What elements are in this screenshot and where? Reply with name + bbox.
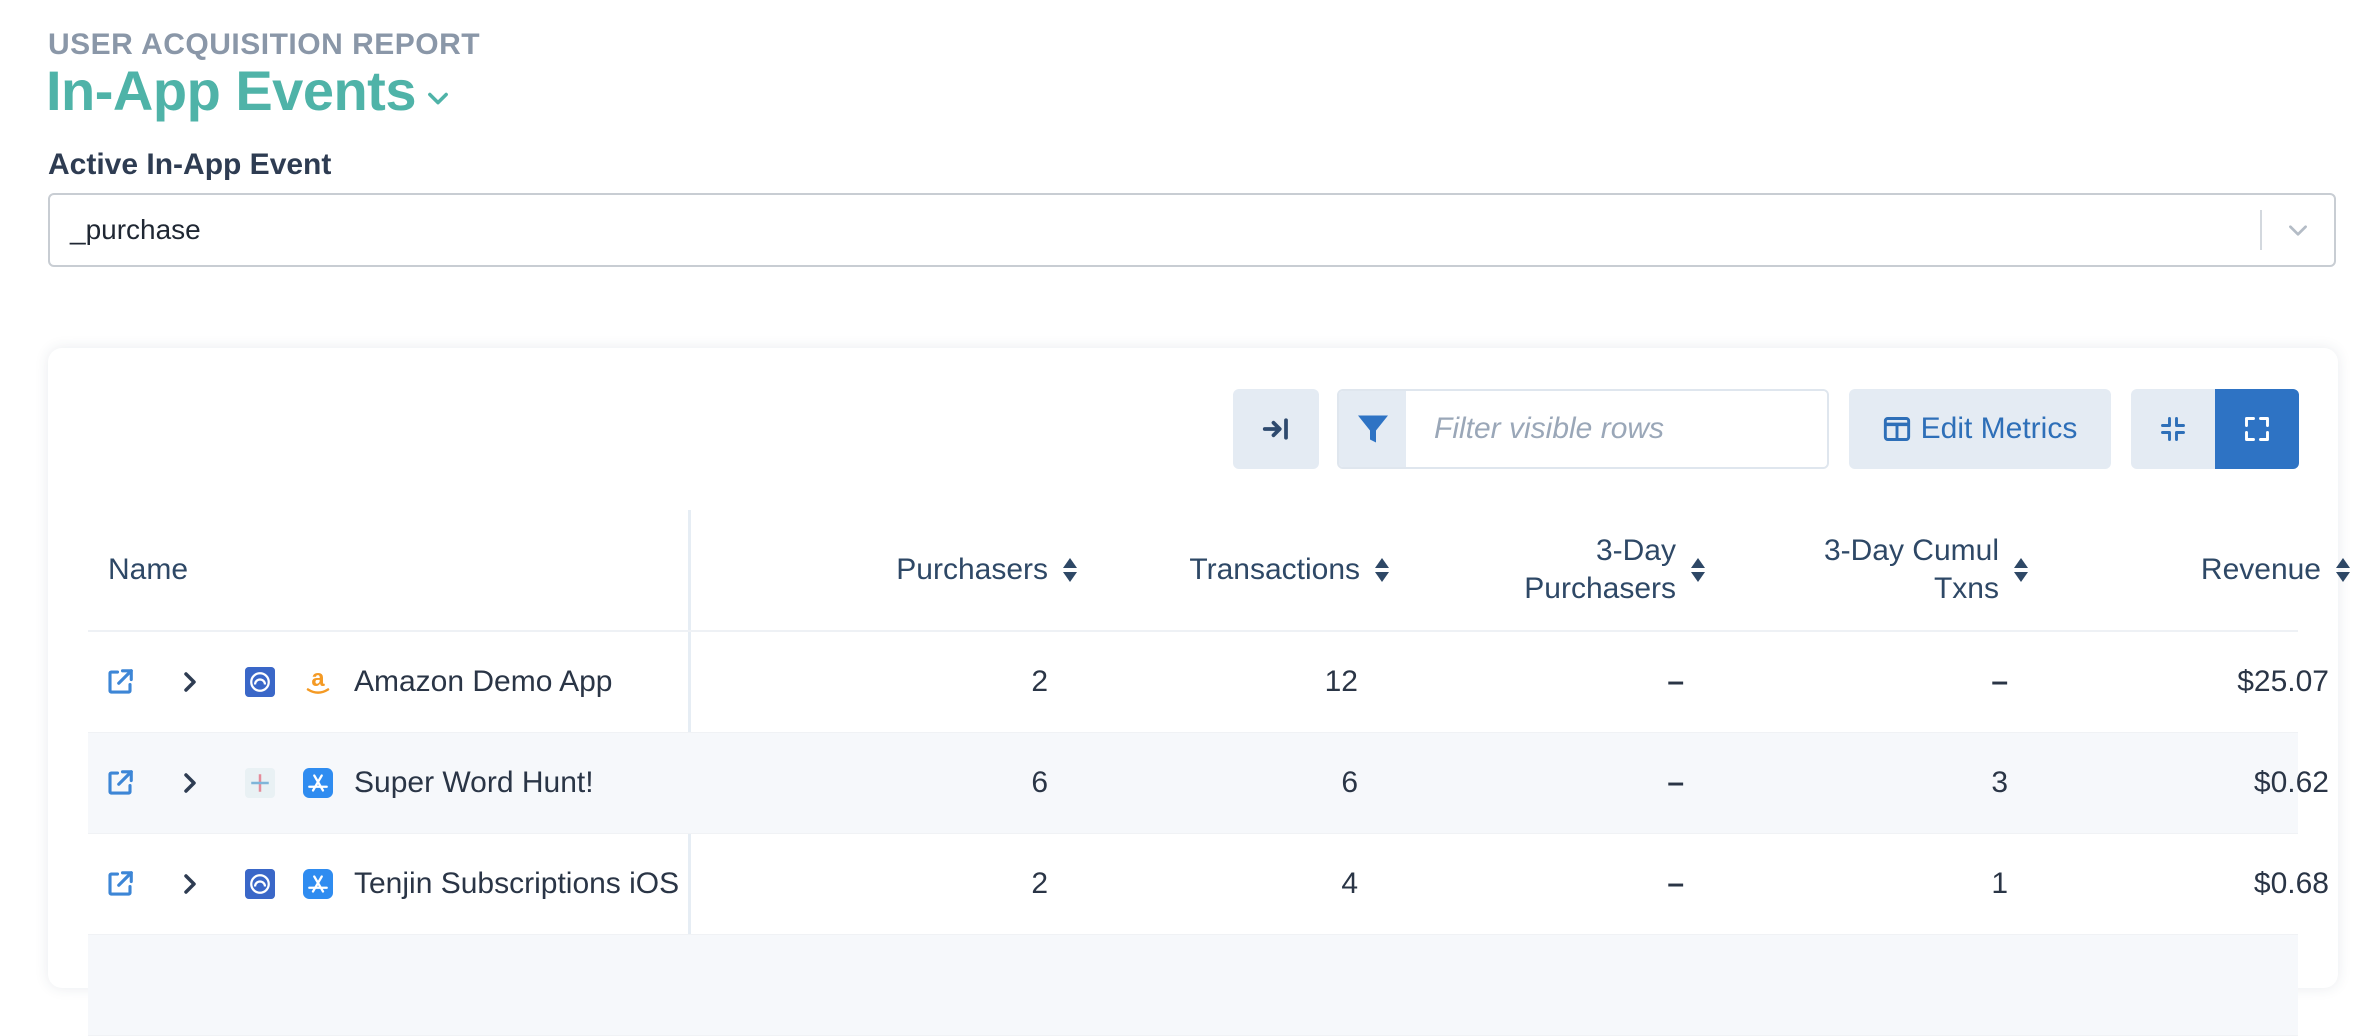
amazon-icon: a <box>298 662 338 702</box>
app-name-link[interactable]: Super Word Hunt! <box>354 733 594 833</box>
columns-icon <box>1883 417 1910 441</box>
compress-icon <box>2161 417 2185 441</box>
active-event-value: _purchase <box>70 214 201 245</box>
events-table: Name Purchasers Transactions 3-Day Purch… <box>88 510 2350 1036</box>
app-name-link[interactable]: Amazon Demo App <box>354 632 612 732</box>
cell-3day-purchasers: – <box>1667 867 1684 900</box>
chevron-right-icon[interactable] <box>170 763 210 803</box>
page-title: In-App Events <box>46 59 416 122</box>
report-eyebrow: USER ACQUISITION REPORT <box>48 28 481 61</box>
column-header-3day-purchasers[interactable]: 3-Day Purchasers <box>1390 510 1706 630</box>
cell-transactions: 4 <box>1341 867 1358 900</box>
table-row: Tenjin Subscriptions iOS 2 4 – 1 $0.68 <box>88 834 2329 935</box>
expand-icon <box>2245 417 2269 441</box>
chevron-right-icon[interactable] <box>170 662 210 702</box>
sort-icon <box>2014 558 2028 582</box>
cell-revenue: $0.68 <box>2253 867 2329 900</box>
arrow-to-right-icon <box>1262 418 1288 440</box>
cell-transactions: 12 <box>1324 665 1358 698</box>
expand-view-button[interactable] <box>2215 389 2299 469</box>
column-header-purchasers[interactable]: Purchasers <box>688 510 1078 630</box>
table-row <box>88 935 2298 1036</box>
report-title-dropdown[interactable]: In-App Events <box>46 58 452 123</box>
active-event-select[interactable]: _purchase <box>48 193 2336 267</box>
cell-purchasers: 2 <box>1031 867 1048 900</box>
compact-view-button[interactable] <box>2131 389 2215 469</box>
external-link-icon[interactable] <box>100 662 140 702</box>
table-header: Name Purchasers Transactions 3-Day Purch… <box>88 510 2350 632</box>
edit-metrics-label: Edit Metrics <box>1920 412 2078 445</box>
app-store-icon <box>298 763 338 803</box>
cell-3day-cumul-txns: – <box>1991 665 2008 698</box>
android-icon <box>240 662 280 702</box>
cell-purchasers: 6 <box>1031 766 1048 799</box>
filter-icon <box>1357 415 1388 443</box>
app-store-icon <box>298 864 338 904</box>
pin-columns-button[interactable] <box>1233 389 1319 469</box>
crosshair-icon <box>240 763 280 803</box>
filter-button[interactable] <box>1339 391 1406 467</box>
page: USER ACQUISITION REPORT In-App Events Ac… <box>0 0 2374 1036</box>
cell-revenue: $0.62 <box>2253 766 2329 799</box>
table-body: a Amazon Demo App 2 12 – – $25.07 Super … <box>88 632 2329 1036</box>
cell-3day-cumul-txns: 3 <box>1991 766 2008 799</box>
android-icon <box>240 864 280 904</box>
column-header-transactions[interactable]: Transactions <box>1078 510 1390 630</box>
sort-icon <box>1063 558 1077 582</box>
sort-icon <box>1691 558 1705 582</box>
external-link-icon[interactable] <box>100 763 140 803</box>
app-name-link[interactable]: Tenjin Subscriptions iOS <box>354 834 679 934</box>
chevron-down-icon <box>2289 225 2307 236</box>
chevron-down-icon <box>428 92 448 104</box>
column-header-3day-cumul-txns[interactable]: 3-Day Cumul Txns <box>1706 510 2029 630</box>
select-dropdown-toggle[interactable] <box>2262 217 2334 243</box>
sort-icon <box>2336 558 2350 582</box>
column-header-name: Name <box>108 553 189 586</box>
filter-rows-group <box>1337 389 1829 469</box>
external-link-icon[interactable] <box>100 864 140 904</box>
active-event-label: Active In-App Event <box>48 148 332 181</box>
edit-metrics-button[interactable]: Edit Metrics <box>1849 389 2111 469</box>
svg-text:a: a <box>311 667 325 692</box>
filter-rows-input[interactable] <box>1406 391 1827 467</box>
cell-transactions: 6 <box>1341 766 1358 799</box>
cell-revenue: $25.07 <box>2237 665 2329 698</box>
chevron-right-icon[interactable] <box>170 864 210 904</box>
cell-3day-purchasers: – <box>1667 665 1684 698</box>
table-row: Super Word Hunt! 6 6 – 3 $0.62 <box>88 733 2329 834</box>
cell-3day-purchasers: – <box>1667 766 1684 799</box>
cell-purchasers: 2 <box>1031 665 1048 698</box>
cell-3day-cumul-txns: 1 <box>1991 867 2008 900</box>
sort-icon <box>1375 558 1389 582</box>
column-header-revenue[interactable]: Revenue <box>2029 510 2351 630</box>
table-row: a Amazon Demo App 2 12 – – $25.07 <box>88 632 2329 733</box>
